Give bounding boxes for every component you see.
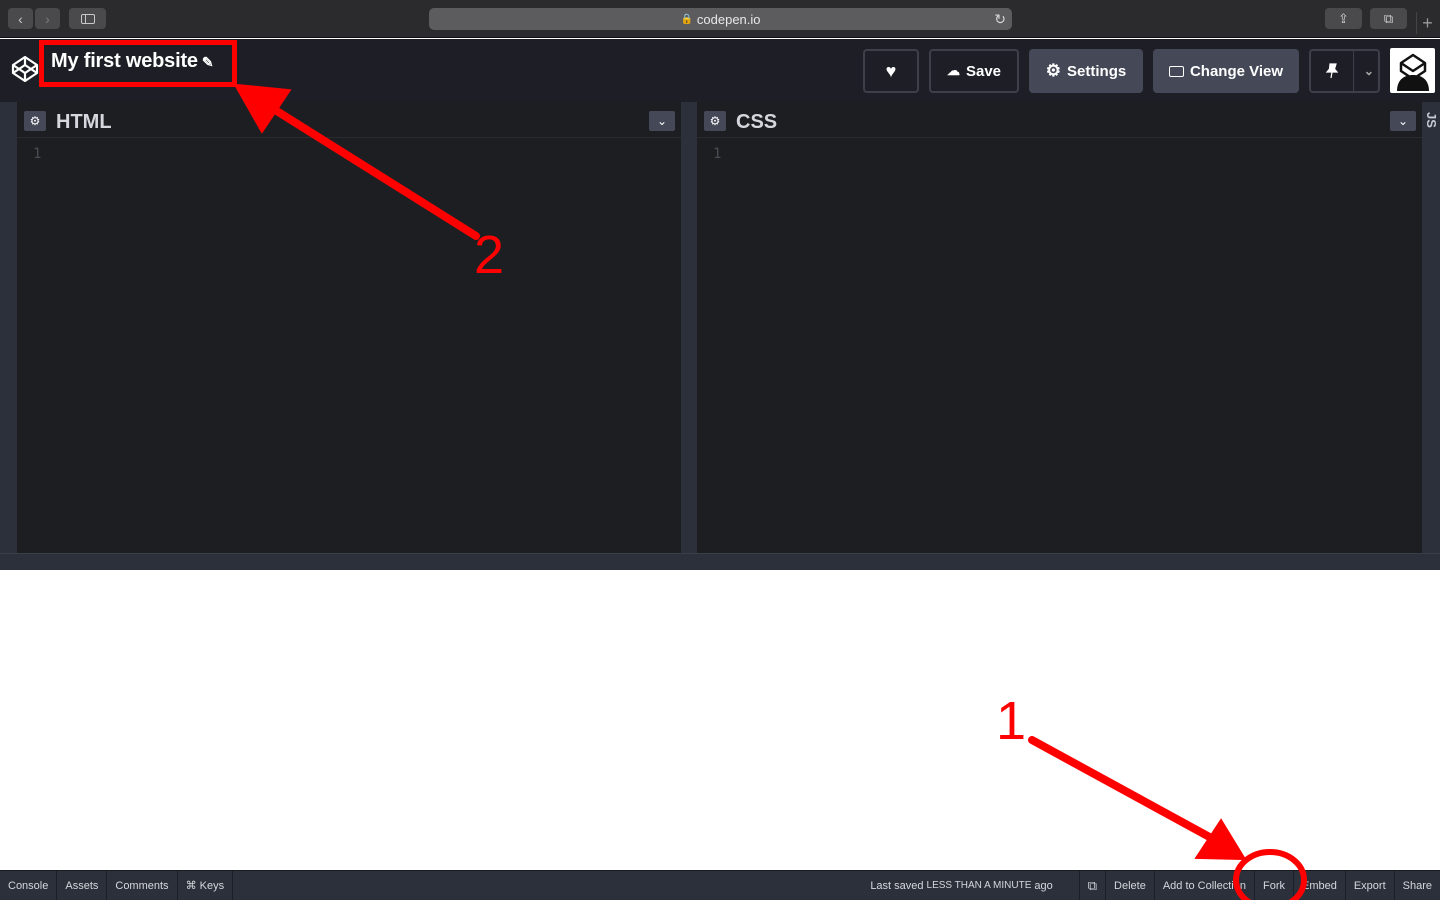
editor-resize-handle[interactable] — [681, 102, 697, 553]
cloud-icon: ☁ — [946, 63, 960, 78]
css-editor-title: CSS — [736, 111, 778, 133]
pin-dropdown-button[interactable]: ⌄ — [1360, 51, 1378, 91]
css-editor[interactable]: ⚙ CSS ⌄ 1 — [697, 102, 1422, 553]
fork-button[interactable]: Fork — [1253, 871, 1293, 900]
js-editor-title: JS — [1424, 112, 1439, 128]
pin-icon — [1325, 63, 1339, 79]
pen-title-text: My first website — [51, 50, 198, 72]
html-editor-title: HTML — [56, 111, 112, 133]
html-collapse-chevron-icon[interactable]: ⌄ — [649, 111, 675, 131]
html-editor-header: ⚙ HTML ⌄ — [17, 102, 681, 138]
love-button[interactable]: ♥ — [863, 49, 919, 93]
pin-button-group: ⌄ — [1309, 49, 1380, 93]
save-label: Save — [965, 62, 1002, 80]
footer-right: Last saved LESS THAN A MINUTE ago ⧉ Dele… — [870, 871, 1440, 900]
save-button[interactable]: ☁ Save — [929, 49, 1019, 93]
css-collapse-chevron-icon[interactable]: ⌄ — [1390, 111, 1416, 131]
css-editor-header: ⚙ CSS ⌄ — [697, 102, 1422, 138]
pencil-icon[interactable]: ✎ — [202, 54, 214, 70]
last-saved-suffix: ago — [1034, 879, 1053, 892]
preview-resize-handle[interactable] — [0, 553, 1440, 570]
codepen-header: My first website ✎ ♥ ☁ Save ⚙ Settings Ch… — [0, 39, 1440, 102]
browser-share-button[interactable]: ⇪ — [1325, 8, 1362, 29]
chevron-down-icon: ⌄ — [1363, 64, 1374, 78]
share-button[interactable]: Share — [1393, 871, 1440, 900]
lock-icon: 🔒 — [680, 13, 693, 25]
assets-button[interactable]: Assets — [57, 871, 108, 900]
layout-icon — [1168, 65, 1184, 77]
open-external-icon[interactable]: ⧉ — [1078, 871, 1105, 900]
line-number: 1 — [713, 146, 722, 162]
add-to-collection-button[interactable]: Add to Collection — [1153, 871, 1254, 900]
comments-button[interactable]: Comments — [107, 871, 178, 900]
sidebar-icon — [80, 13, 95, 24]
css-settings-gear-icon[interactable]: ⚙ — [704, 111, 726, 131]
browser-nav: ‹ › — [8, 8, 60, 29]
export-button[interactable]: Export — [1344, 871, 1394, 900]
embed-button[interactable]: Embed — [1292, 871, 1345, 900]
last-saved-status: Last saved LESS THAN A MINUTE ago — [870, 871, 1078, 900]
line-number: 1 — [33, 146, 42, 162]
url-text: codepen.io — [696, 11, 761, 27]
html-editor[interactable]: ⚙ HTML ⌄ 1 — [17, 102, 681, 553]
change-view-button[interactable]: Change View — [1153, 49, 1299, 93]
last-saved-time: LESS THAN A MINUTE — [926, 880, 1032, 891]
tab-overview-button[interactable]: ⧉ — [1370, 8, 1407, 29]
settings-label: Settings — [1067, 62, 1127, 80]
browser-toolbar: ‹ › 🔒 codepen.io ↻ ⇪ ⧉ + — [0, 0, 1440, 38]
keys-button[interactable]: ⌘ Keys — [178, 871, 234, 900]
last-saved-prefix: Last saved — [870, 879, 924, 892]
delete-button[interactable]: Delete — [1105, 871, 1154, 900]
console-button[interactable]: Console — [0, 871, 58, 900]
change-view-label: Change View — [1189, 62, 1284, 80]
sidebar-toggle-button[interactable] — [69, 8, 106, 29]
html-settings-gear-icon[interactable]: ⚙ — [24, 111, 46, 131]
avatar[interactable] — [1390, 48, 1435, 93]
gear-icon: ⚙ — [1045, 61, 1062, 80]
pin-button[interactable] — [1311, 51, 1354, 91]
forward-button[interactable]: › — [35, 8, 60, 29]
user-avatar-icon — [1392, 50, 1433, 91]
js-editor-tab[interactable]: JS — [1422, 102, 1440, 553]
address-bar[interactable]: 🔒 codepen.io ↻ — [429, 8, 1012, 30]
back-button[interactable]: ‹ — [8, 8, 33, 29]
new-tab-button[interactable]: + — [1416, 12, 1438, 34]
heart-icon: ♥ — [885, 60, 897, 81]
preview-pane[interactable] — [0, 570, 1440, 870]
footer-left: Console Assets Comments ⌘ Keys — [0, 871, 234, 900]
settings-button[interactable]: ⚙ Settings — [1029, 49, 1143, 93]
reload-icon[interactable]: ↻ — [994, 11, 1006, 28]
pen-title[interactable]: My first website ✎ — [51, 50, 214, 73]
footer-bar: Console Assets Comments ⌘ Keys Last save… — [0, 870, 1440, 900]
editor-area: ⚙ HTML ⌄ 1 ⚙ CSS ⌄ 1 JS — [0, 102, 1440, 570]
codepen-logo-icon[interactable] — [10, 54, 40, 84]
